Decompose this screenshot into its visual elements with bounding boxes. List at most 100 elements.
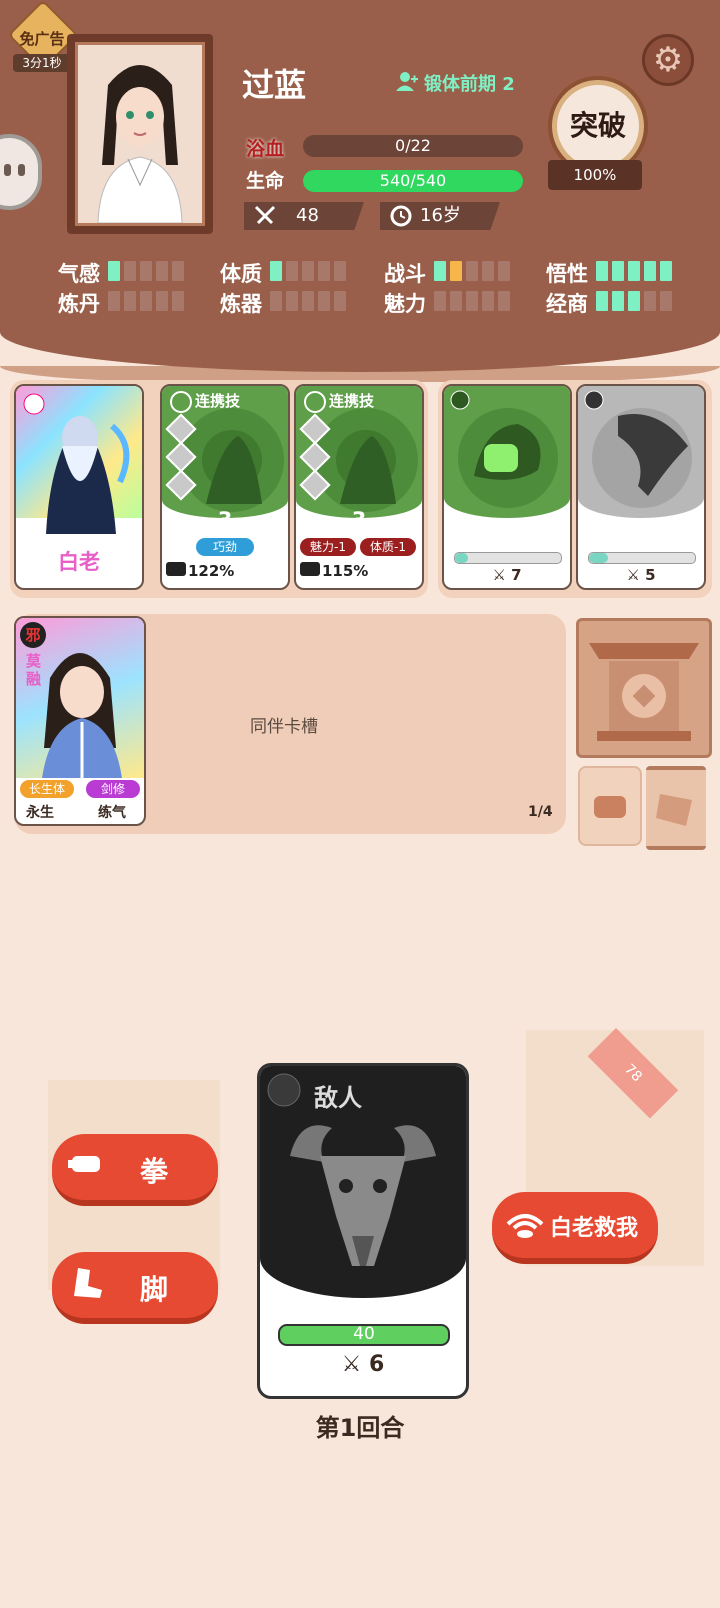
bag-button[interactable] — [578, 766, 642, 846]
companion-name: 莫融 — [26, 652, 42, 688]
fist-attack-button[interactable]: 拳 — [52, 1134, 218, 1206]
person-add-icon — [396, 72, 418, 91]
player-avatar — [97, 65, 183, 224]
combo-card-2[interactable]: 连携技 3 魅力-1 体质-1 115% — [294, 384, 424, 590]
bathing-label: 浴血 — [246, 138, 285, 160]
attribute-pip — [302, 291, 314, 311]
attribute-pip — [466, 261, 478, 281]
attribute-label: 炼器 — [220, 292, 262, 316]
enemy-hp-bar: 40 — [278, 1324, 450, 1346]
attribute-pip — [172, 261, 184, 281]
attribute-pip — [612, 291, 624, 311]
attribute-pip — [466, 291, 478, 311]
attribute-label: 魅力 — [384, 292, 426, 316]
attribute-level-pips — [596, 261, 672, 281]
attribute-label: 战斗 — [384, 262, 426, 286]
enemy-beast-icon — [267, 1073, 436, 1266]
attribute-label: 经商 — [546, 292, 588, 316]
attribute-pip — [124, 261, 136, 281]
attribute-level-pips — [108, 291, 184, 311]
player-header: 免广告 3分1秒 过蓝 锻体前期 2 浴血 0/22 生命 540/540 48… — [0, 0, 720, 382]
settings-gear-icon[interactable]: ⚙ — [642, 34, 694, 86]
enemy-title: 敌人 — [314, 1084, 362, 1112]
attribute-pip — [482, 261, 494, 281]
kick-icon — [74, 1268, 102, 1298]
attack-boost-icon — [166, 562, 186, 576]
attribute-pip — [270, 261, 282, 281]
attribute-pip — [124, 291, 136, 311]
attribute-pip — [108, 291, 120, 311]
swords-icon — [254, 205, 276, 225]
attribute-label: 体质 — [220, 262, 262, 286]
combo-card-1[interactable]: 连携技 3 巧劲 122% — [160, 384, 290, 590]
breakthrough-button[interactable]: 突破 — [552, 80, 644, 172]
companion-slot-label: 同伴卡槽 — [250, 717, 318, 737]
kick-skill-card[interactable]: 脚 ⚔ 5 — [576, 384, 706, 590]
fist-icon — [68, 1156, 100, 1172]
life-label: 生命 — [246, 170, 285, 192]
attribute-pip — [644, 261, 656, 281]
attribute-pip — [140, 291, 152, 311]
attribute-pip — [270, 291, 282, 311]
attack-pill: 48 — [244, 202, 364, 230]
attribute-level-pips — [434, 291, 510, 311]
attribute-pip — [450, 291, 462, 311]
rescue-button[interactable]: 白老救我 — [492, 1192, 658, 1264]
rescue-icon — [506, 1214, 544, 1238]
attribute-pip — [156, 291, 168, 311]
attribute-pip — [482, 291, 494, 311]
attribute-pip — [628, 291, 640, 311]
attribute-level-pips — [270, 261, 346, 281]
player-portrait[interactable] — [67, 34, 213, 234]
shrine-button[interactable] — [576, 618, 712, 758]
attribute-level-pips — [596, 291, 672, 311]
breakthrough-percent: 100% — [548, 160, 642, 190]
bathing-bar: 0/22 — [303, 135, 523, 157]
card-tag: 魅力-1 — [300, 538, 356, 556]
attribute-pip — [660, 291, 672, 311]
age-pill: 16岁 — [380, 202, 500, 230]
kick-icon — [584, 390, 692, 508]
card-tag: 体质-1 — [360, 538, 416, 556]
attribute-pip — [612, 261, 624, 281]
shrine-icon — [589, 643, 699, 741]
kick-progress — [588, 552, 696, 564]
combo-icon — [170, 390, 192, 413]
attribute-level-pips — [108, 261, 184, 281]
attribute-pip — [318, 291, 330, 311]
attribute-level-pips — [270, 291, 346, 311]
attribute-pip — [318, 261, 330, 281]
player-name: 过蓝 — [242, 66, 307, 104]
clock-icon — [390, 205, 412, 227]
attribute-pip — [628, 261, 640, 281]
attribute-pip — [302, 261, 314, 281]
life-bar: 540/540 — [303, 170, 523, 192]
chat-tab[interactable] — [0, 134, 42, 210]
companion-card[interactable]: 邪 莫融 长生体 剑修 永生 练气 — [14, 616, 146, 826]
companion-tag: 长生体 — [20, 780, 74, 798]
round-label: 第1回合 — [315, 1414, 405, 1442]
attribute-pip — [334, 291, 346, 311]
attribute-pip — [172, 291, 184, 311]
kick-attack-button[interactable]: 脚 — [52, 1252, 218, 1324]
evil-badge: 邪 — [20, 622, 46, 648]
attribute-pip — [286, 291, 298, 311]
attribute-pip — [156, 261, 168, 281]
attack-boost-icon — [300, 562, 320, 576]
attribute-pip — [644, 291, 656, 311]
enemy-card[interactable]: 敌人 40 ⚔ 6 — [257, 1063, 469, 1399]
attribute-pip — [498, 291, 510, 311]
scroll-button[interactable] — [646, 766, 706, 850]
attribute-label: 悟性 — [546, 262, 588, 286]
mentor-card[interactable]: 白老 — [14, 384, 144, 590]
attribute-label: 炼丹 — [58, 292, 100, 316]
companion-tag: 剑修 — [86, 780, 140, 798]
attribute-label: 气感 — [58, 262, 100, 286]
attribute-pip — [596, 261, 608, 281]
fist-icon — [450, 390, 558, 508]
realm-label: 锻体前期 2 — [424, 74, 515, 95]
attribute-pip — [434, 291, 446, 311]
card-tag: 巧劲 — [196, 538, 254, 556]
enemy-attack: ⚔ 6 — [341, 1352, 385, 1377]
fist-skill-card[interactable]: 拳 ⚔ 7 — [442, 384, 572, 590]
